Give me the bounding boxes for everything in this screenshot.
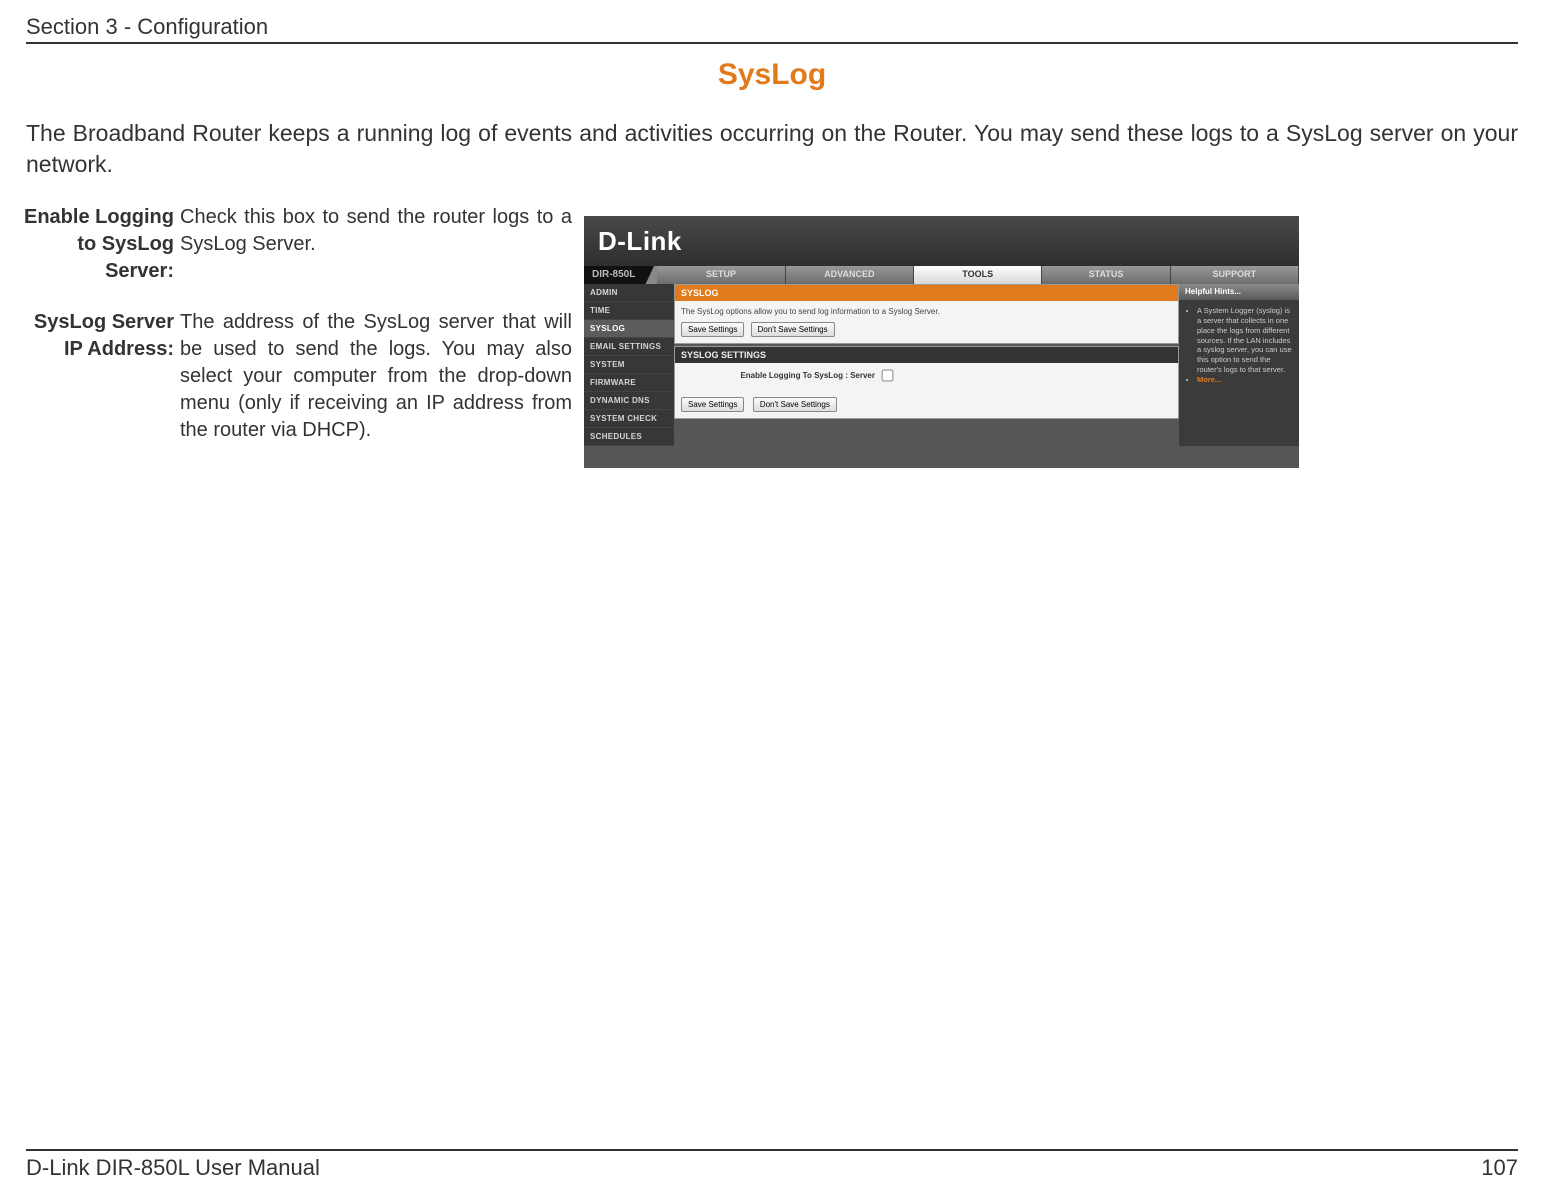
nav-dynamic-dns[interactable]: DYNAMIC DNS <box>584 392 674 410</box>
def-text: Check this box to send the router logs t… <box>180 204 572 285</box>
panel-syslog: SYSLOG The SysLog options allow you to s… <box>674 284 1179 344</box>
definitions-column: Enable Logging to SysLog Server: Check t… <box>12 204 572 468</box>
helpful-hints: Helpful Hints... A System Logger (syslog… <box>1179 284 1299 446</box>
nav-system-check[interactable]: SYSTEM CHECK <box>584 410 674 428</box>
router-body: ADMIN TIME SYSLOG EMAIL SETTINGS SYSTEM … <box>584 284 1299 446</box>
router-screenshot: D-Link DIR-850L SETUP ADVANCED TOOLS STA… <box>584 216 1299 468</box>
save-settings-button[interactable]: Save Settings <box>681 322 744 337</box>
nav-system[interactable]: SYSTEM <box>584 356 674 374</box>
def-text: The address of the SysLog server that wi… <box>180 309 572 444</box>
body-area: Enable Logging to SysLog Server: Check t… <box>12 204 1518 468</box>
intro-paragraph: The Broadband Router keeps a running log… <box>26 118 1518 180</box>
dont-save-settings-button[interactable]: Don't Save Settings <box>751 322 835 337</box>
hints-text: A System Logger (syslog) is a server tha… <box>1197 306 1293 374</box>
syslog-description: The SysLog options allow you to send log… <box>681 307 1172 316</box>
panel-heading-syslog: SYSLOG <box>675 285 1178 301</box>
hints-heading: Helpful Hints... <box>1179 284 1299 300</box>
tab-status[interactable]: STATUS <box>1042 266 1170 284</box>
dont-save-settings-button[interactable]: Don't Save Settings <box>753 397 837 412</box>
enable-logging-row: Enable Logging To SysLog : Server <box>675 363 1178 388</box>
brand-logo: D-Link <box>584 216 1299 266</box>
header-divider <box>26 42 1518 44</box>
model-chip: DIR-850L <box>584 266 643 284</box>
nav-time[interactable]: TIME <box>584 302 674 320</box>
nav-email-settings[interactable]: EMAIL SETTINGS <box>584 338 674 356</box>
nav-syslog[interactable]: SYSLOG <box>584 320 674 338</box>
tab-tools[interactable]: TOOLS <box>914 266 1042 284</box>
hints-more-link[interactable]: More... <box>1197 375 1221 384</box>
top-tabs: SETUP ADVANCED TOOLS STATUS SUPPORT <box>657 266 1299 284</box>
footer-divider <box>26 1149 1518 1151</box>
model-row: DIR-850L SETUP ADVANCED TOOLS STATUS SUP… <box>584 266 1299 284</box>
section-header: Section 3 - Configuration <box>26 14 268 40</box>
nav-firmware[interactable]: FIRMWARE <box>584 374 674 392</box>
def-label: SysLog Server IP Address: <box>12 309 180 444</box>
footer-page-number: 107 <box>1481 1155 1518 1181</box>
tab-support[interactable]: SUPPORT <box>1171 266 1299 284</box>
tab-setup[interactable]: SETUP <box>657 266 785 284</box>
nav-schedules[interactable]: SCHEDULES <box>584 428 674 446</box>
footer-manual: D-Link DIR-850L User Manual <box>26 1155 320 1181</box>
enable-logging-label: Enable Logging To SysLog : Server <box>681 371 881 380</box>
button-row: Save Settings Don't Save Settings <box>675 388 1178 418</box>
side-nav: ADMIN TIME SYSLOG EMAIL SETTINGS SYSTEM … <box>584 284 674 446</box>
page-title: SysLog <box>0 58 1544 92</box>
diagonal-decoration <box>643 266 657 284</box>
panel-body-syslog: The SysLog options allow you to send log… <box>675 301 1178 343</box>
tab-advanced[interactable]: ADVANCED <box>786 266 914 284</box>
center-panels: SYSLOG The SysLog options allow you to s… <box>674 284 1179 446</box>
panel-heading-syslog-settings: SYSLOG SETTINGS <box>675 347 1178 363</box>
save-settings-button[interactable]: Save Settings <box>681 397 744 412</box>
enable-logging-checkbox[interactable] <box>882 370 894 382</box>
def-enable-logging: Enable Logging to SysLog Server: Check t… <box>12 204 572 285</box>
def-label: Enable Logging to SysLog Server: <box>12 204 180 285</box>
def-syslog-ip: SysLog Server IP Address: The address of… <box>12 309 572 444</box>
nav-admin[interactable]: ADMIN <box>584 284 674 302</box>
panel-syslog-settings: SYSLOG SETTINGS Enable Logging To SysLog… <box>674 346 1179 419</box>
